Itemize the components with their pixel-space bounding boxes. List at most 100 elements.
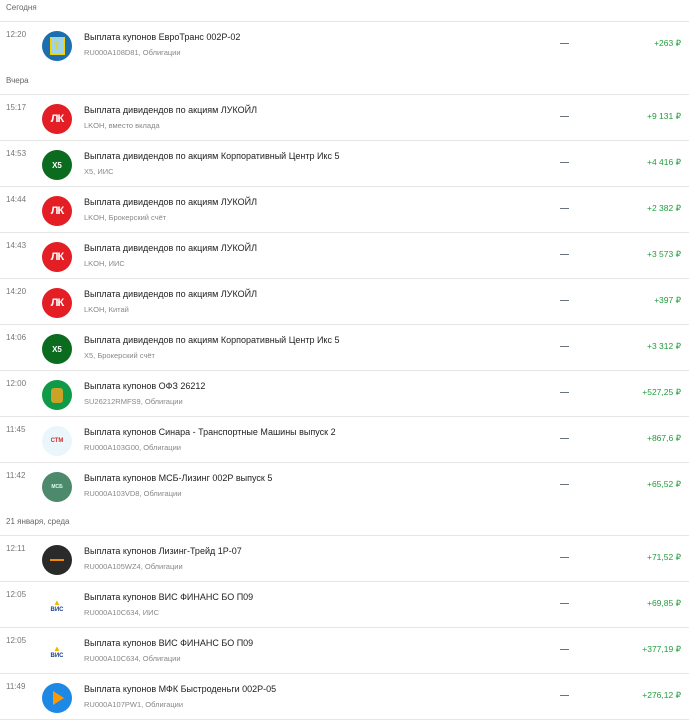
operation-row[interactable]: 11:42 МСБ Выплата купонов МСБ-Лизинг 002… bbox=[0, 463, 689, 508]
lukoil-logo-icon: ЛК bbox=[42, 288, 72, 318]
operation-title: Выплата дивидендов по акциям ЛУКОЙЛ bbox=[84, 105, 257, 115]
operation-amount: +377,19 ₽ bbox=[642, 644, 681, 654]
operation-subtitle: RU000A107PW1, Облигации bbox=[84, 700, 184, 709]
operation-amount: +527,25 ₽ bbox=[642, 387, 681, 397]
operation-time: 14:53 bbox=[6, 149, 27, 158]
operation-time: 15:17 bbox=[6, 103, 27, 112]
operation-time: 12:11 bbox=[6, 544, 26, 553]
operation-time: 11:49 bbox=[6, 682, 26, 691]
operation-time: 11:42 bbox=[6, 471, 26, 480]
operation-subtitle: RU000A103G00, Облигации bbox=[84, 443, 181, 452]
operation-status-dash bbox=[560, 254, 569, 255]
operations-list: Сегодня 12:20 T Выплата купонов ЕвроТран… bbox=[0, 0, 689, 720]
operation-amount: +3 312 ₽ bbox=[646, 341, 681, 351]
operation-subtitle: LKOH, вместо вклада bbox=[84, 121, 160, 130]
date-group-header: 21 января, среда bbox=[0, 508, 689, 536]
operation-amount: +2 382 ₽ bbox=[646, 203, 681, 213]
date-group-header: Сегодня bbox=[0, 0, 689, 22]
operation-row[interactable]: 14:20 ЛК Выплата дивидендов по акциям ЛУ… bbox=[0, 279, 689, 325]
operation-title: Выплата дивидендов по акциям ЛУКОЙЛ bbox=[84, 243, 257, 253]
operation-subtitle: LKOH, Китай bbox=[84, 305, 129, 314]
operation-subtitle: X5, Брокерский счёт bbox=[84, 351, 155, 360]
operation-row[interactable]: 12:00 Выплата купонов ОФЗ 26212 SU26212R… bbox=[0, 371, 689, 417]
operation-row[interactable]: 12:20 T Выплата купонов ЕвроТранс 002Р-0… bbox=[0, 22, 689, 67]
operation-row[interactable]: 14:06 X5 Выплата дивидендов по акциям Ко… bbox=[0, 325, 689, 371]
operation-status-dash bbox=[560, 557, 569, 558]
operation-status-dash bbox=[560, 695, 569, 696]
operation-time: 14:20 bbox=[6, 287, 27, 296]
operation-status-dash bbox=[560, 392, 569, 393]
operation-title: Выплата купонов ОФЗ 26212 bbox=[84, 381, 206, 391]
operation-amount: +276,12 ₽ bbox=[642, 690, 681, 700]
operation-subtitle: LKOH, Брокерский счёт bbox=[84, 213, 167, 222]
stm-logo-icon: СТМ bbox=[42, 426, 72, 456]
operation-amount: +4 416 ₽ bbox=[646, 157, 681, 167]
operation-row[interactable]: 14:53 X5 Выплата дивидендов по акциям Ко… bbox=[0, 141, 689, 187]
operation-title: Выплата купонов ЕвроТранс 002Р-02 bbox=[84, 32, 241, 42]
msb-logo-icon: МСБ bbox=[42, 472, 72, 502]
lukoil-logo-icon: ЛК bbox=[42, 104, 72, 134]
vis-logo-icon: ▲ ВИС bbox=[42, 591, 72, 621]
operation-amount: +397 ₽ bbox=[654, 295, 681, 305]
operation-subtitle: RU000A10C634, ИИС bbox=[84, 608, 159, 617]
eurotrans-logo-icon: T bbox=[42, 31, 72, 61]
operation-time: 14:06 bbox=[6, 333, 27, 342]
lukoil-logo-icon: ЛК bbox=[42, 196, 72, 226]
operation-title: Выплата купонов МФК Быстроденьги 002Р-05 bbox=[84, 684, 277, 694]
operation-status-dash bbox=[560, 438, 569, 439]
operation-title: Выплата купонов МСБ-Лизинг 002Р выпуск 5 bbox=[84, 473, 273, 483]
operation-row[interactable]: 15:17 ЛК Выплата дивидендов по акциям ЛУ… bbox=[0, 95, 689, 141]
operation-status-dash bbox=[560, 484, 569, 485]
x5-logo-icon: X5 bbox=[42, 334, 72, 364]
operation-time: 12:20 bbox=[6, 30, 27, 39]
lukoil-logo-icon: ЛК bbox=[42, 242, 72, 272]
operation-time: 11:45 bbox=[6, 425, 26, 434]
operation-status-dash bbox=[560, 116, 569, 117]
operation-time: 14:43 bbox=[6, 241, 27, 250]
date-group-header: Вчера bbox=[0, 67, 689, 95]
operation-status-dash bbox=[560, 649, 569, 650]
bystrodengi-logo-icon bbox=[42, 683, 72, 713]
operation-subtitle: RU000A103VD8, Облигации bbox=[84, 489, 182, 498]
operation-title: Выплата купонов Синара - Транспортные Ма… bbox=[84, 427, 336, 437]
operation-row[interactable]: 12:11 Выплата купонов Лизинг-Трейд 1Р-07… bbox=[0, 536, 689, 582]
operation-row[interactable]: 11:49 Выплата купонов МФК Быстроденьги 0… bbox=[0, 674, 689, 720]
operation-subtitle: X5, ИИС bbox=[84, 167, 114, 176]
operation-amount: +65,52 ₽ bbox=[646, 479, 681, 489]
operation-amount: +263 ₽ bbox=[654, 38, 681, 48]
operation-time: 12:00 bbox=[6, 379, 27, 388]
operation-subtitle: LKOH, ИИС bbox=[84, 259, 125, 268]
operation-status-dash bbox=[560, 43, 569, 44]
operation-status-dash bbox=[560, 603, 569, 604]
operation-title: Выплата дивидендов по акциям ЛУКОЙЛ bbox=[84, 197, 257, 207]
operation-title: Выплата купонов ВИС ФИНАНС БО П09 bbox=[84, 638, 254, 648]
operation-amount: +69,85 ₽ bbox=[646, 598, 681, 608]
operation-status-dash bbox=[560, 208, 569, 209]
operation-row[interactable]: 14:43 ЛК Выплата дивидендов по акциям ЛУ… bbox=[0, 233, 689, 279]
operation-title: Выплата дивидендов по акциям Корпоративн… bbox=[84, 151, 340, 161]
operation-subtitle: RU000A105WZ4, Облигации bbox=[84, 562, 183, 571]
operation-amount: +867,6 ₽ bbox=[646, 433, 681, 443]
operation-amount: +3 573 ₽ bbox=[646, 249, 681, 259]
operation-title: Выплата дивидендов по акциям ЛУКОЙЛ bbox=[84, 289, 257, 299]
operation-row[interactable]: 14:44 ЛК Выплата дивидендов по акциям ЛУ… bbox=[0, 187, 689, 233]
operation-subtitle: RU000A10C634, Облигации bbox=[84, 654, 181, 663]
operation-time: 14:44 bbox=[6, 195, 27, 204]
leasing-trade-logo-icon bbox=[42, 545, 72, 575]
minfin-logo-icon bbox=[42, 380, 72, 410]
operation-row[interactable]: 12:05 ▲ ВИС Выплата купонов ВИС ФИНАНС БО… bbox=[0, 628, 689, 674]
operation-title: Выплата купонов ВИС ФИНАНС БО П09 bbox=[84, 592, 254, 602]
operation-time: 12:05 bbox=[6, 590, 27, 599]
vis-logo-icon: ▲ ВИС bbox=[42, 637, 72, 667]
operation-status-dash bbox=[560, 300, 569, 301]
operation-subtitle: RU000A108D81, Облигации bbox=[84, 48, 181, 57]
operation-time: 12:05 bbox=[6, 636, 27, 645]
operation-row[interactable]: 12:05 ▲ ВИС Выплата купонов ВИС ФИНАНС БО… bbox=[0, 582, 689, 628]
operation-amount: +9 131 ₽ bbox=[646, 111, 681, 121]
operation-row[interactable]: 11:45 СТМ Выплата купонов Синара - Транс… bbox=[0, 417, 689, 463]
x5-logo-icon: X5 bbox=[42, 150, 72, 180]
operation-subtitle: SU26212RMFS9, Облигации bbox=[84, 397, 183, 406]
operation-amount: +71,52 ₽ bbox=[646, 552, 681, 562]
operation-status-dash bbox=[560, 346, 569, 347]
operation-status-dash bbox=[560, 162, 569, 163]
